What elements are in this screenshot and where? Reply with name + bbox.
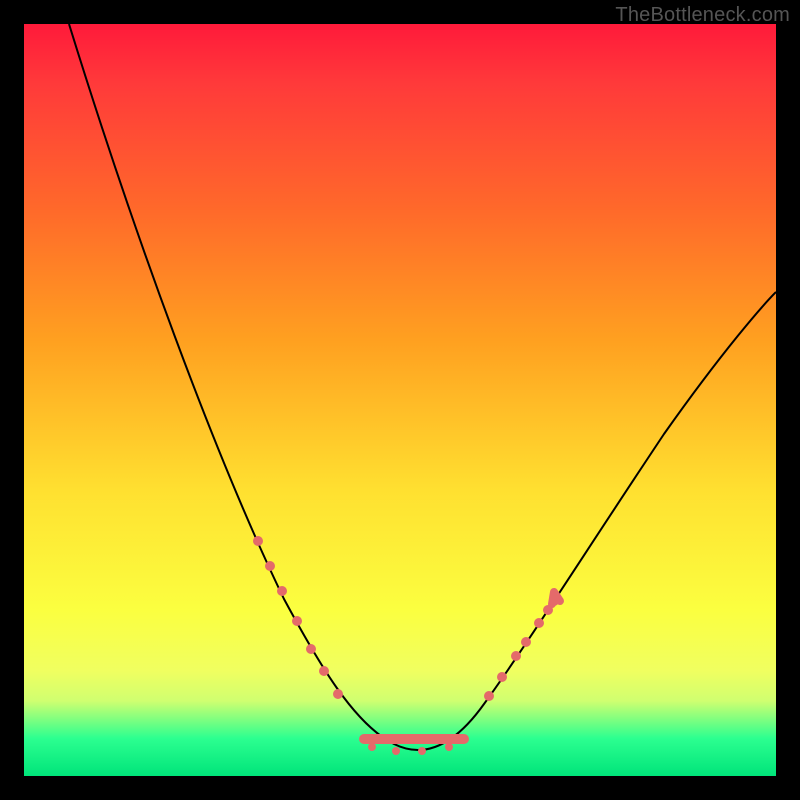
bottleneck-curve-line [69,24,776,750]
highlight-points-right [489,601,554,696]
chart-svg [24,24,776,776]
gradient-plot-area [24,24,776,776]
watermark-text: TheBottleneck.com [615,4,790,27]
highlight-points-left [258,541,338,694]
highlight-points-bottom-dots [372,747,449,751]
highlight-arrow-tick [552,592,560,604]
